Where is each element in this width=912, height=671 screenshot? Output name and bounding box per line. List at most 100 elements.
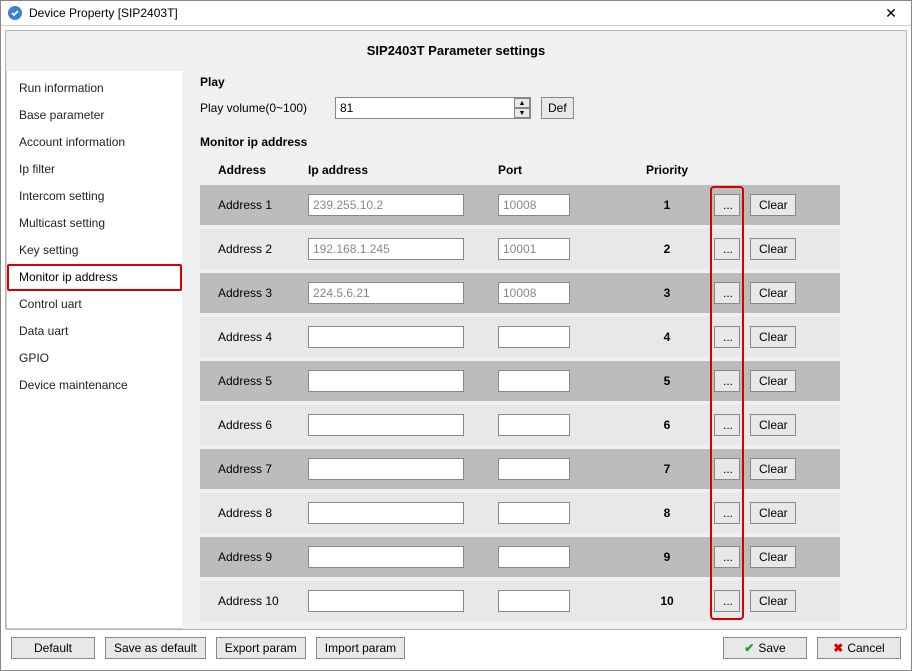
priority-value: 4 bbox=[628, 330, 706, 344]
port-input[interactable] bbox=[498, 326, 570, 348]
ip-input[interactable] bbox=[308, 282, 464, 304]
ip-input[interactable] bbox=[308, 326, 464, 348]
export-param-button[interactable]: Export param bbox=[216, 637, 306, 659]
volume-up-icon[interactable]: ▲ bbox=[514, 98, 530, 108]
port-input[interactable] bbox=[498, 238, 570, 260]
sidebar-item-account-information[interactable]: Account information bbox=[7, 129, 182, 156]
clear-button[interactable]: Clear bbox=[750, 238, 796, 260]
row-label: Address 4 bbox=[218, 330, 308, 344]
row-label: Address 8 bbox=[218, 506, 308, 520]
section-play: Play bbox=[200, 75, 906, 89]
port-input[interactable] bbox=[498, 414, 570, 436]
footer: Default Save as default Export param Imp… bbox=[5, 630, 907, 666]
clear-button[interactable]: Clear bbox=[750, 370, 796, 392]
cancel-button[interactable]: ✖ Cancel bbox=[817, 637, 901, 659]
app-icon bbox=[7, 5, 23, 21]
browse-button[interactable]: ... bbox=[714, 546, 740, 568]
priority-value: 2 bbox=[628, 242, 706, 256]
sidebar-item-data-uart[interactable]: Data uart bbox=[7, 318, 182, 345]
save-as-default-button[interactable]: Save as default bbox=[105, 637, 206, 659]
browse-button[interactable]: ... bbox=[714, 282, 740, 304]
def-button[interactable]: Def bbox=[541, 97, 574, 119]
priority-value: 1 bbox=[628, 198, 706, 212]
row-label: Address 10 bbox=[218, 594, 308, 608]
table-row: Address 7 7... Clear bbox=[200, 449, 840, 489]
clear-button[interactable]: Clear bbox=[750, 414, 796, 436]
import-param-button[interactable]: Import param bbox=[316, 637, 405, 659]
sidebar: Run informationBase parameterAccount inf… bbox=[6, 71, 182, 629]
sidebar-item-intercom-setting[interactable]: Intercom setting bbox=[7, 183, 182, 210]
sidebar-item-run-information[interactable]: Run information bbox=[7, 75, 182, 102]
sidebar-item-multicast-setting[interactable]: Multicast setting bbox=[7, 210, 182, 237]
hdr-port: Port bbox=[498, 163, 628, 177]
ip-input[interactable] bbox=[308, 546, 464, 568]
save-label: Save bbox=[758, 641, 785, 655]
table-row: Address 8 8... Clear bbox=[200, 493, 840, 533]
close-icon[interactable]: ✕ bbox=[877, 6, 905, 20]
clear-button[interactable]: Clear bbox=[750, 590, 796, 612]
hdr-priority: Priority bbox=[628, 163, 706, 177]
browse-button[interactable]: ... bbox=[714, 414, 740, 436]
clear-button[interactable]: Clear bbox=[750, 194, 796, 216]
table-row: Address 3 3... Clear bbox=[200, 273, 840, 313]
table-row: Address 1010...Clear bbox=[200, 581, 840, 621]
table-header: Address Ip address Port Priority bbox=[200, 157, 840, 185]
priority-value: 8 bbox=[628, 506, 706, 520]
sidebar-item-base-parameter[interactable]: Base parameter bbox=[7, 102, 182, 129]
x-icon: ✖ bbox=[833, 641, 843, 655]
sidebar-item-ip-filter[interactable]: Ip filter bbox=[7, 156, 182, 183]
section-monitor: Monitor ip address bbox=[200, 135, 906, 149]
browse-button[interactable]: ... bbox=[714, 502, 740, 524]
browse-button[interactable]: ... bbox=[714, 326, 740, 348]
ip-input[interactable] bbox=[308, 370, 464, 392]
row-label: Address 7 bbox=[218, 462, 308, 476]
port-input[interactable] bbox=[498, 282, 570, 304]
ip-input[interactable] bbox=[308, 458, 464, 480]
priority-value: 9 bbox=[628, 550, 706, 564]
priority-value: 6 bbox=[628, 418, 706, 432]
row-label: Address 3 bbox=[218, 286, 308, 300]
port-input[interactable] bbox=[498, 590, 570, 612]
sidebar-item-key-setting[interactable]: Key setting bbox=[7, 237, 182, 264]
port-input[interactable] bbox=[498, 370, 570, 392]
browse-button[interactable]: ... bbox=[714, 458, 740, 480]
port-input[interactable] bbox=[498, 194, 570, 216]
browse-button[interactable]: ... bbox=[714, 590, 740, 612]
browse-button[interactable]: ... bbox=[714, 194, 740, 216]
priority-value: 3 bbox=[628, 286, 706, 300]
row-label: Address 1 bbox=[218, 198, 308, 212]
table-row: Address 9 9... Clear bbox=[200, 537, 840, 577]
default-button[interactable]: Default bbox=[11, 637, 95, 659]
volume-input[interactable] bbox=[335, 97, 531, 119]
row-label: Address 9 bbox=[218, 550, 308, 564]
sidebar-item-monitor-ip-address[interactable]: Monitor ip address bbox=[7, 264, 182, 291]
clear-button[interactable]: Clear bbox=[750, 502, 796, 524]
table-row: Address 4 4... Clear bbox=[200, 317, 840, 357]
ip-input[interactable] bbox=[308, 238, 464, 260]
clear-button[interactable]: Clear bbox=[750, 282, 796, 304]
ip-input[interactable] bbox=[308, 414, 464, 436]
port-input[interactable] bbox=[498, 502, 570, 524]
clear-button[interactable]: Clear bbox=[750, 546, 796, 568]
ip-input[interactable] bbox=[308, 502, 464, 524]
sidebar-item-device-maintenance[interactable]: Device maintenance bbox=[7, 372, 182, 399]
port-input[interactable] bbox=[498, 458, 570, 480]
priority-value: 7 bbox=[628, 462, 706, 476]
port-input[interactable] bbox=[498, 546, 570, 568]
priority-value: 5 bbox=[628, 374, 706, 388]
ip-input[interactable] bbox=[308, 194, 464, 216]
browse-button[interactable]: ... bbox=[714, 370, 740, 392]
clear-button[interactable]: Clear bbox=[750, 458, 796, 480]
ip-input[interactable] bbox=[308, 590, 464, 612]
volume-down-icon[interactable]: ▼ bbox=[514, 108, 530, 118]
hdr-address: Address bbox=[218, 163, 308, 177]
table-row: Address 1 1... Clear bbox=[200, 185, 840, 225]
row-label: Address 5 bbox=[218, 374, 308, 388]
hdr-ip: Ip address bbox=[308, 163, 498, 177]
cancel-label: Cancel bbox=[847, 641, 884, 655]
sidebar-item-gpio[interactable]: GPIO bbox=[7, 345, 182, 372]
browse-button[interactable]: ... bbox=[714, 238, 740, 260]
sidebar-item-control-uart[interactable]: Control uart bbox=[7, 291, 182, 318]
clear-button[interactable]: Clear bbox=[750, 326, 796, 348]
save-button[interactable]: ✔Save bbox=[723, 637, 807, 659]
